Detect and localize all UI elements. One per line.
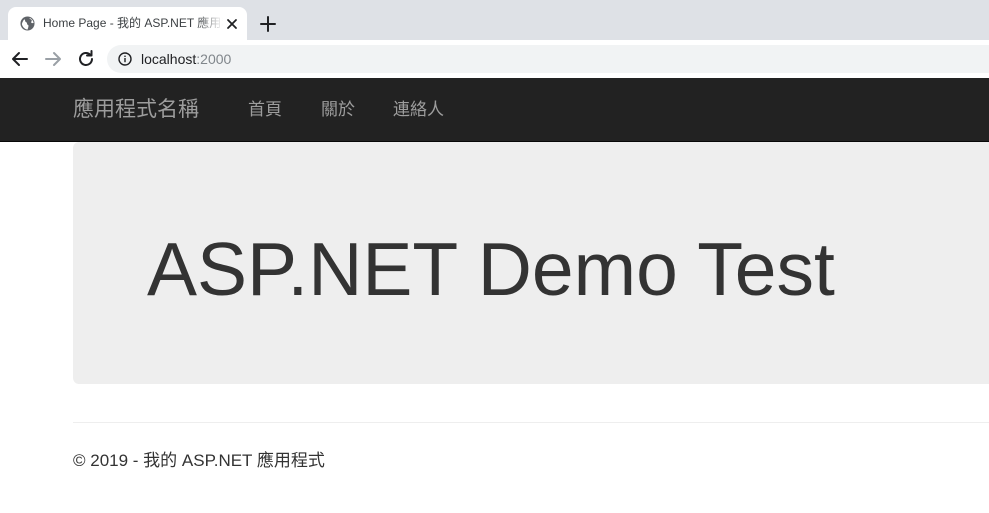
nav-link-contact[interactable]: 連絡人: [393, 99, 444, 121]
nav-link-about[interactable]: 關於: [321, 99, 355, 121]
info-icon[interactable]: [118, 52, 132, 66]
plus-icon[interactable]: [256, 12, 280, 36]
navbar-links: 首頁 關於 連絡人: [248, 99, 444, 121]
url-text[interactable]: localhost:2000: [141, 51, 231, 67]
browser-toolbar: localhost:2000: [0, 40, 989, 77]
url-port: :2000: [196, 51, 232, 67]
forward-arrow-icon[interactable]: [42, 48, 64, 70]
back-arrow-icon[interactable]: [9, 48, 31, 70]
navbar-brand[interactable]: 應用程式名稱: [73, 98, 199, 122]
footer-copyright: © 2019 - 我的 ASP.NET 應用程式: [73, 451, 325, 470]
page-title: ASP.NET Demo Test: [147, 227, 835, 311]
tab-title: Home Page - 我的 ASP.NET 應用程式: [43, 16, 223, 30]
globe-icon: [20, 16, 35, 31]
url-host: localhost: [141, 51, 197, 67]
jumbotron: ASP.NET Demo Test: [73, 142, 989, 384]
close-icon[interactable]: [224, 16, 240, 32]
reload-icon[interactable]: [75, 48, 97, 70]
browser-tab-active[interactable]: Home Page - 我的 ASP.NET 應用程式: [8, 7, 247, 40]
nav-link-home[interactable]: 首頁: [248, 99, 282, 121]
browser-tab-strip: Home Page - 我的 ASP.NET 應用程式: [0, 0, 989, 40]
footer-divider: [73, 422, 989, 423]
address-bar[interactable]: localhost:2000: [107, 45, 989, 73]
site-navbar: 應用程式名稱 首頁 關於 連絡人: [0, 78, 989, 142]
